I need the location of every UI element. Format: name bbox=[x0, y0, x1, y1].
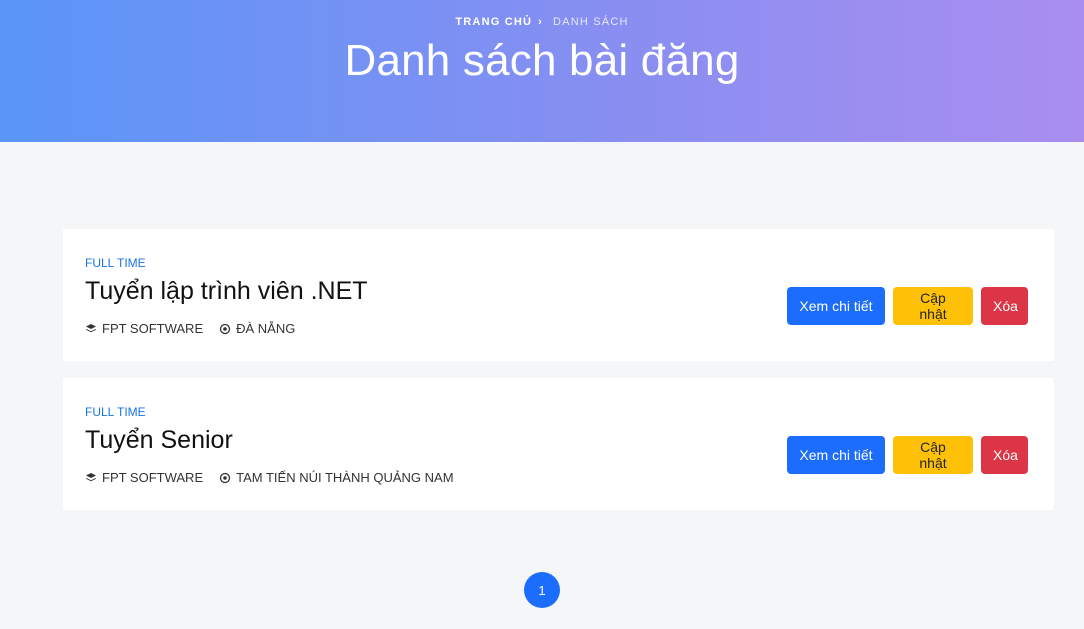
view-details-button[interactable]: Xem chi tiết bbox=[787, 436, 885, 474]
update-button[interactable]: Cập nhật bbox=[893, 287, 973, 325]
delete-button[interactable]: Xóa bbox=[981, 436, 1028, 474]
company-name: FPT SOFTWARE bbox=[102, 470, 204, 485]
location-target-icon bbox=[219, 323, 231, 334]
layers-icon bbox=[86, 323, 96, 332]
page-header: TRANG CHỦ › DANH SÁCH Danh sách bài đăng bbox=[0, 0, 1084, 142]
company-meta: FPT SOFTWARE bbox=[85, 470, 203, 485]
breadcrumb: TRANG CHỦ › DANH SÁCH bbox=[0, 16, 1084, 28]
post-actions: Xem chi tiết Cập nhật Xóa bbox=[787, 287, 1028, 325]
location-target-icon bbox=[219, 472, 231, 483]
breadcrumb-current: DANH SÁCH bbox=[553, 16, 629, 28]
page-button-current[interactable]: 1 bbox=[524, 572, 560, 608]
company-name: FPT SOFTWARE bbox=[102, 321, 204, 336]
job-meta: FPT SOFTWARE ĐÀ NẴNG bbox=[85, 321, 311, 336]
post-card: FULL TIME Tuyển Senior FPT SOFTWARE TAM … bbox=[63, 378, 1054, 510]
chevron-right-icon: › bbox=[538, 16, 544, 28]
view-details-button[interactable]: Xem chi tiết bbox=[787, 287, 885, 325]
breadcrumb-home-link[interactable]: TRANG CHỦ bbox=[455, 16, 532, 28]
page-title: Danh sách bài đăng bbox=[344, 36, 740, 85]
post-card: FULL TIME Tuyển lập trình viên .NET FPT … bbox=[63, 229, 1054, 361]
job-meta: FPT SOFTWARE TAM TIẾN NÚI THÀNH QUẢNG NA… bbox=[85, 470, 470, 485]
update-button[interactable]: Cập nhật bbox=[893, 436, 973, 474]
layers-icon bbox=[86, 472, 96, 481]
job-type-label: FULL TIME bbox=[85, 405, 146, 419]
company-meta: FPT SOFTWARE bbox=[85, 321, 203, 336]
post-actions: Xem chi tiết Cập nhật Xóa bbox=[787, 436, 1028, 474]
job-type-label: FULL TIME bbox=[85, 256, 146, 270]
job-title: Tuyển Senior bbox=[85, 426, 233, 454]
location-name: TAM TIẾN NÚI THÀNH QUẢNG NAM bbox=[236, 470, 454, 485]
job-title: Tuyển lập trình viên .NET bbox=[85, 277, 368, 305]
post-list: FULL TIME Tuyển lập trình viên .NET FPT … bbox=[63, 229, 1054, 527]
location-meta: TAM TIẾN NÚI THÀNH QUẢNG NAM bbox=[219, 470, 454, 485]
delete-button[interactable]: Xóa bbox=[981, 287, 1028, 325]
location-meta: ĐÀ NẴNG bbox=[219, 321, 295, 336]
pagination: 1 bbox=[0, 572, 1084, 608]
location-name: ĐÀ NẴNG bbox=[236, 321, 296, 336]
